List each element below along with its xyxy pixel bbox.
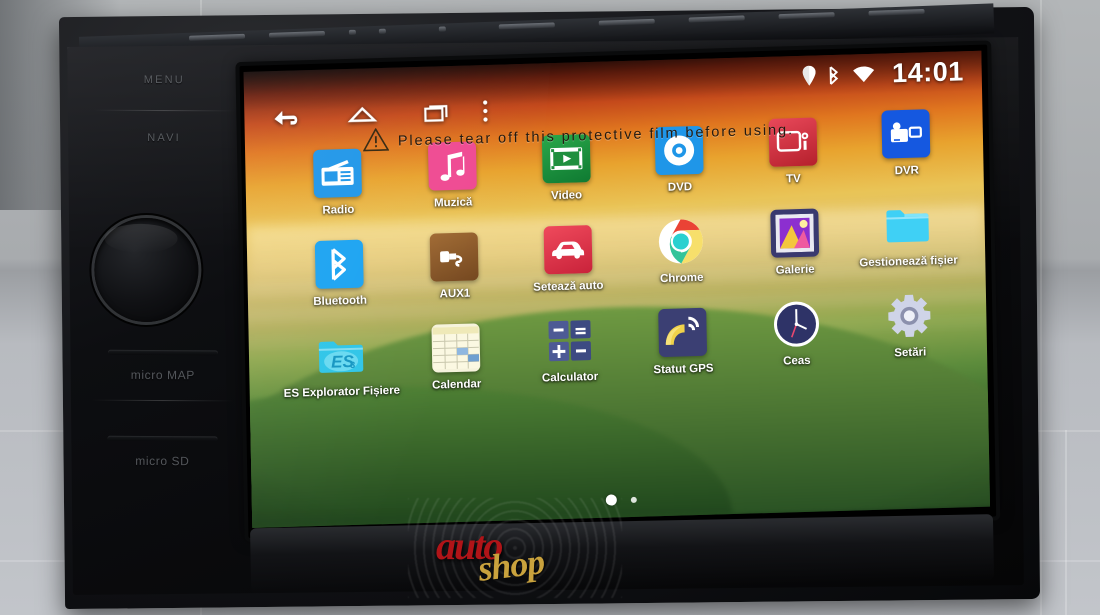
gps-location-icon: [803, 65, 817, 86]
microsd-card-slot[interactable]: [107, 435, 218, 442]
app-label: Chrome: [659, 271, 704, 286]
app-label: Gestionează fișier: [859, 254, 958, 270]
app-label: Calendar: [431, 378, 482, 392]
app-label: Radio: [322, 203, 355, 217]
calendar-icon: [431, 323, 481, 373]
app-radio[interactable]: Radio: [279, 148, 397, 218]
gps-status-icon: [658, 307, 708, 358]
chrome-icon: [657, 217, 706, 266]
volume-knob[interactable]: [94, 217, 199, 323]
recents-icon[interactable]: [422, 101, 453, 129]
warning-triangle-icon: [362, 127, 390, 157]
file-manager-icon: [883, 200, 932, 249]
app-label: Calculator: [541, 370, 599, 385]
left-control-panel: MENU NAVI micro MAP micro SD: [87, 68, 240, 575]
app-aux1[interactable]: AUX1: [397, 231, 512, 301]
app-label: Video: [550, 189, 583, 203]
panel-divider: [93, 109, 236, 112]
app-label: Ceas: [783, 354, 811, 368]
app-statut-gps[interactable]: Statut GPS: [626, 307, 741, 377]
app-label: Setări: [894, 346, 927, 360]
app-label: DVD: [667, 181, 693, 194]
radio-icon: [313, 148, 363, 198]
floor-tile-seam: [1065, 430, 1067, 615]
app-label: Bluetooth: [313, 294, 368, 309]
app-gestioneaza-fisier[interactable]: Gestionează fișier: [851, 199, 966, 269]
app-label: Galerie: [775, 263, 815, 277]
car-head-unit: MENU NAVI micro MAP micro SD 14:01 Pleas…: [58, 3, 1041, 610]
micro-sd-slot-label: micro SD: [135, 453, 190, 469]
app-galerie[interactable]: Galerie: [737, 208, 852, 278]
aux-icon: [429, 232, 479, 282]
wifi-icon: [853, 65, 875, 83]
app-ceas[interactable]: Ceas: [739, 299, 854, 369]
gallery-icon: [769, 208, 819, 258]
app-label: DVR: [894, 164, 920, 178]
car-settings-icon: [543, 225, 593, 275]
bluetooth-icon: [829, 65, 840, 85]
app-label: Statut GPS: [653, 362, 714, 377]
app-setari[interactable]: Setări: [852, 290, 967, 360]
app-calculator[interactable]: Calculator: [512, 315, 627, 385]
calculator-icon: [545, 316, 594, 365]
bluetooth-app-icon: [314, 239, 364, 289]
panel-divider: [91, 399, 234, 402]
wall-seam: [1040, 0, 1042, 615]
lcd-screen-bezel: 14:01 Please tear off this protective fi…: [239, 44, 997, 539]
overflow-menu-icon[interactable]: [481, 99, 490, 128]
clock-icon: [772, 299, 821, 348]
home-icon[interactable]: [347, 103, 378, 131]
app-seteaza-auto[interactable]: Setează auto: [510, 224, 625, 294]
status-bar-clock: 14:01: [891, 55, 964, 88]
app-es-explorator-fisiere[interactable]: ES 3 ES Explorator Fișiere: [283, 330, 400, 400]
page-dot[interactable]: [630, 496, 637, 503]
microsd-map-slot[interactable]: [107, 349, 218, 356]
app-label: AUX1: [439, 287, 471, 301]
navi-button-label[interactable]: NAVI: [89, 132, 239, 145]
page-dot-active[interactable]: [605, 494, 617, 506]
protective-film-warning-text: Please tear off this protective film bef…: [397, 122, 795, 150]
app-label: Setează auto: [533, 279, 604, 294]
app-chrome[interactable]: Chrome: [624, 216, 739, 286]
svg-text:3: 3: [350, 360, 355, 370]
app-label: TV: [785, 172, 801, 186]
es-file-explorer-icon: ES 3: [317, 331, 366, 380]
settings-icon: [885, 291, 934, 340]
app-bluetooth[interactable]: Bluetooth: [281, 239, 399, 309]
menu-button-label[interactable]: MENU: [89, 74, 239, 87]
app-label: Muzică: [433, 196, 473, 210]
android-launcher-screen[interactable]: 14:01 Please tear off this protective fi…: [243, 50, 991, 528]
micro-map-slot-label: micro MAP: [130, 367, 195, 383]
back-icon[interactable]: [272, 105, 303, 133]
app-grid: Radio Muzică Video DVD TV DVR Bluetooth …: [279, 109, 968, 400]
app-calendar[interactable]: Calendar: [399, 322, 514, 392]
